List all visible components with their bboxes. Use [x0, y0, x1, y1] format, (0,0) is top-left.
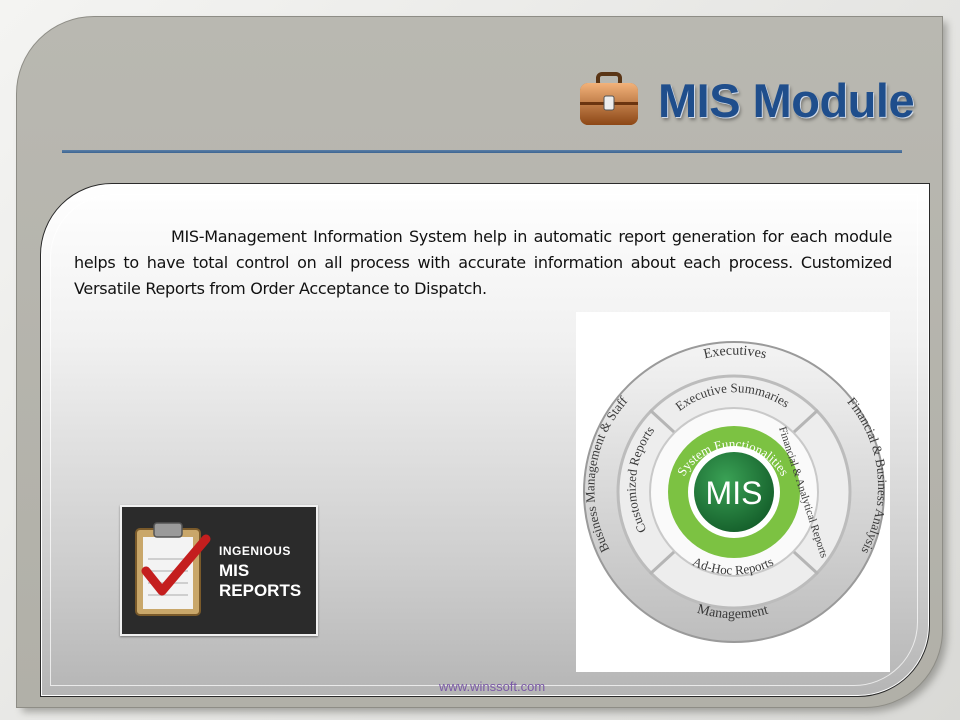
mis-reports-badge: INGENIOUS MIS REPORTS [120, 505, 318, 636]
diagram-center-label: MIS [706, 475, 763, 511]
page-title: MIS Module [658, 73, 915, 127]
badge-line-ingenious: INGENIOUS [219, 544, 291, 558]
briefcase-icon [580, 72, 638, 125]
description-text: MIS-Management Information System help i… [74, 227, 892, 298]
badge-line-mis: MIS [219, 561, 250, 580]
clipboard-check-icon [135, 522, 211, 616]
badge-text: INGENIOUS MIS REPORTS [219, 545, 301, 599]
mis-diagram: Executives Management Business Managemen… [576, 312, 890, 672]
title-divider [62, 150, 902, 153]
title-area: MIS Module [578, 72, 915, 128]
badge-line-reports: REPORTS [219, 581, 302, 600]
website-link[interactable]: www.winssoft.com [439, 679, 545, 694]
